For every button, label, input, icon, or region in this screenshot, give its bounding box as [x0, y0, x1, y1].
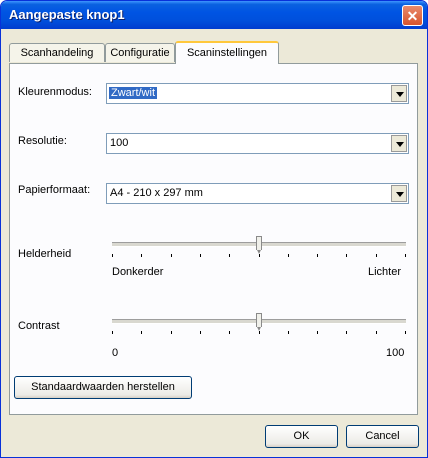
slider-tick [376, 331, 377, 334]
tab-scaninstellingen[interactable]: Scaninstellingen [175, 41, 279, 64]
window-title: Aangepaste knop1 [9, 7, 125, 22]
close-icon: ✕ [406, 8, 419, 24]
slider-tick [171, 331, 172, 334]
color-mode-select[interactable]: Zwart/wit [106, 83, 409, 104]
contrast-slider-thumb[interactable] [256, 313, 262, 331]
resolution-select[interactable]: 100 [106, 133, 409, 154]
slider-tick [141, 254, 142, 257]
slider-tick [259, 331, 260, 334]
scan-settings-panel: Kleurenmodus: Zwart/wit Resolutie: 100 P… [9, 63, 418, 415]
brightness-max-label: Lichter [368, 266, 402, 278]
paper-size-value: A4 - 210 x 297 mm [110, 187, 203, 199]
paper-size-select[interactable]: A4 - 210 x 297 mm [106, 183, 409, 204]
dialog-window: Aangepaste knop1 ✕ Scanhandeling Configu… [0, 0, 428, 458]
paper-size-label: Papierformaat: [18, 184, 91, 196]
slider-tick [376, 254, 377, 257]
slider-tick [200, 254, 201, 257]
slider-tick [405, 331, 406, 334]
slider-tick [346, 331, 347, 334]
color-mode-label: Kleurenmodus: [18, 86, 92, 98]
chevron-down-icon[interactable] [391, 185, 407, 202]
resolution-label: Resolutie: [18, 135, 67, 147]
contrast-min-label: 0 [112, 347, 119, 359]
tab-configuratie[interactable]: Configuratie [105, 43, 175, 62]
slider-tick [346, 254, 347, 257]
chevron-down-icon[interactable] [391, 135, 407, 152]
cancel-button[interactable]: Cancel [346, 425, 419, 448]
ok-button[interactable]: OK [265, 425, 338, 448]
contrast-max-label: 100 [386, 347, 405, 359]
close-button[interactable]: ✕ [402, 5, 423, 26]
slider-tick [229, 331, 230, 334]
slider-tick [141, 331, 142, 334]
slider-tick [200, 331, 201, 334]
slider-tick [288, 254, 289, 257]
slider-tick [405, 254, 406, 257]
slider-tick [288, 331, 289, 334]
brightness-label: Helderheid [18, 248, 72, 260]
slider-tick [171, 254, 172, 257]
slider-tick [112, 254, 113, 257]
brightness-min-label: Donkerder [112, 266, 164, 278]
slider-tick [259, 254, 260, 257]
contrast-label: Contrast [18, 320, 60, 332]
chevron-down-icon[interactable] [391, 85, 407, 102]
contrast-slider[interactable] [112, 311, 406, 337]
brightness-slider-thumb[interactable] [256, 236, 262, 254]
resolution-value: 100 [110, 137, 129, 149]
brightness-slider[interactable] [112, 234, 406, 260]
title-bar[interactable]: Aangepaste knop1 ✕ [1, 1, 427, 29]
tab-scanhandeling[interactable]: Scanhandeling [9, 43, 105, 62]
slider-tick [317, 331, 318, 334]
slider-tick [229, 254, 230, 257]
restore-defaults-button[interactable]: Standaardwaarden herstellen [14, 376, 192, 399]
slider-tick [112, 331, 113, 334]
color-mode-value: Zwart/wit [109, 87, 157, 99]
slider-tick [317, 254, 318, 257]
